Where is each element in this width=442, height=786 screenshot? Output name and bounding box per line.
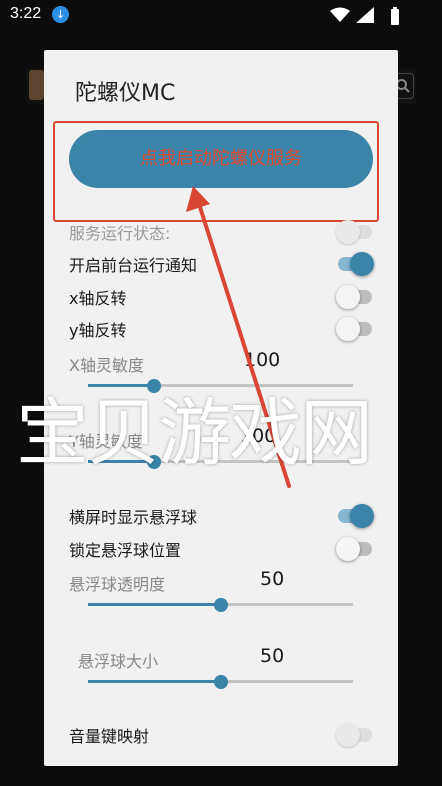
watermark-text: 宝贝游戏网 bbox=[16, 391, 373, 476]
